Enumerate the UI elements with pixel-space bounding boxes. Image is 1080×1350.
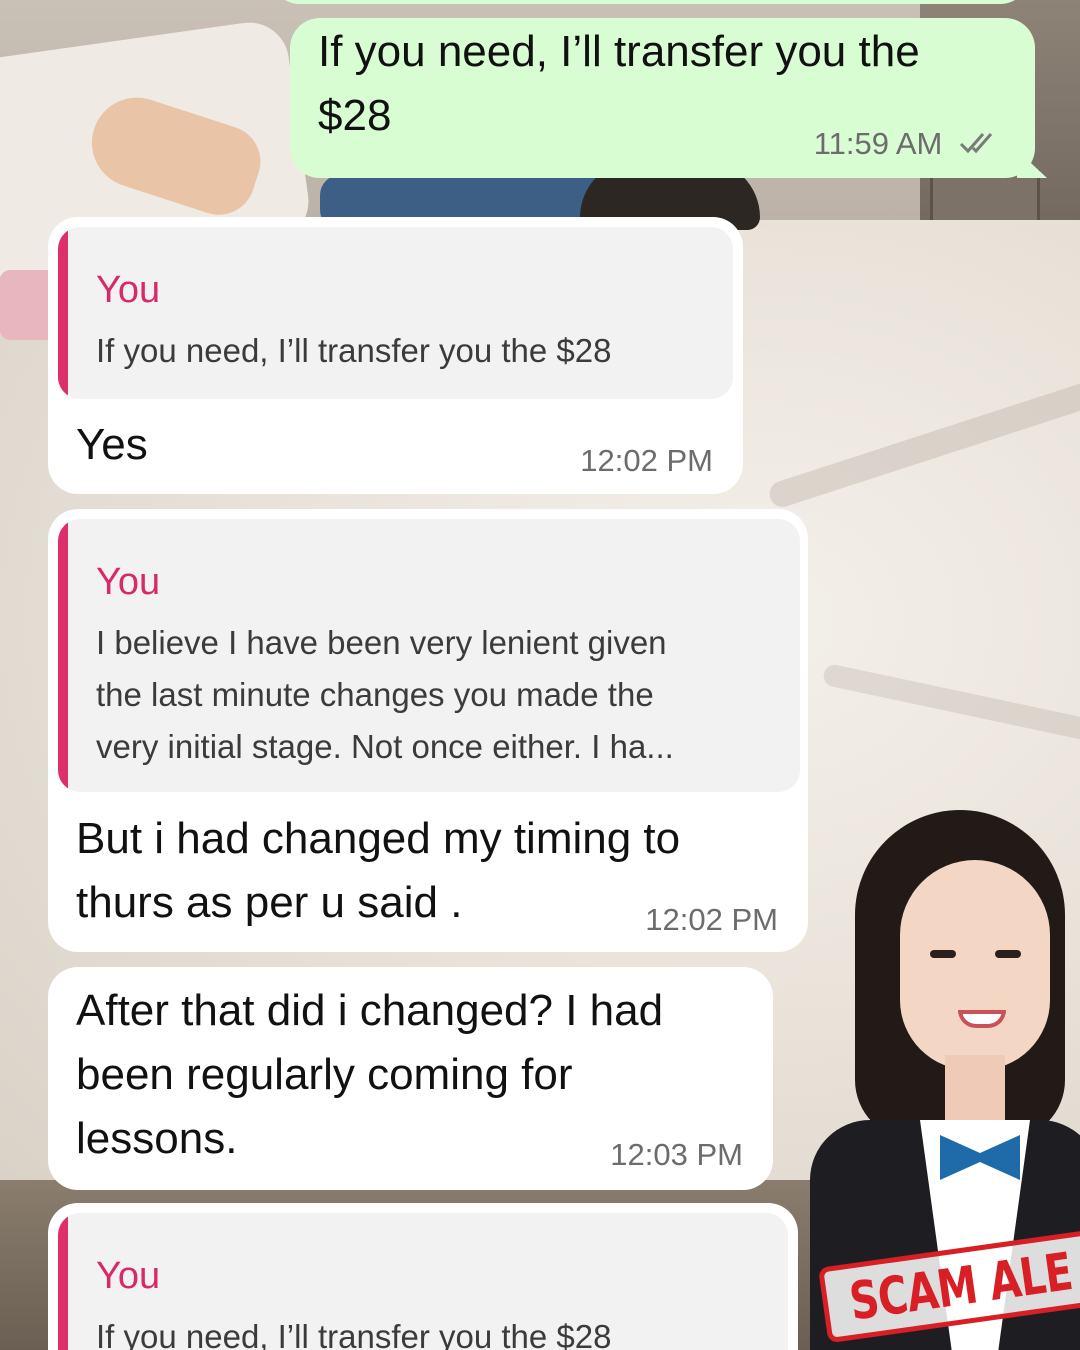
quote-author: You [96, 1255, 161, 1297]
message-line: If you need, I’ll transfer you the [318, 27, 920, 76]
incoming-message[interactable]: You If you need, I’ll transfer you the $… [48, 1203, 798, 1350]
quote-line: If you need, I’ll transfer you the $28 [96, 332, 612, 369]
message-time: 12:03 PM [610, 1137, 743, 1172]
message-time: 11:59 AM [813, 126, 943, 161]
message-text: After that did i changed? I had been reg… [76, 979, 663, 1171]
incoming-message[interactable]: After that did i changed? I had been reg… [48, 967, 773, 1190]
message-line: thurs as per u said . [76, 878, 463, 927]
message-line: been regularly coming for [76, 1050, 573, 1099]
reply-quote[interactable]: You If you need, I’ll transfer you the $… [58, 227, 733, 399]
message-line: But i had changed my timing to [76, 814, 681, 863]
quote-text: I believe I have been very lenient given… [96, 617, 674, 773]
double-check-icon [959, 126, 1003, 162]
incoming-message[interactable]: You If you need, I’ll transfer you the $… [48, 217, 743, 494]
quote-accent-bar [58, 227, 68, 399]
message-text: But i had changed my timing to thurs as … [76, 807, 680, 935]
quote-text: If you need, I’ll transfer you the $28 [96, 325, 611, 377]
reply-quote[interactable]: You I believe I have been very lenient g… [58, 519, 800, 792]
portrait-face [900, 860, 1050, 1070]
message-time: 12:02 PM [580, 443, 713, 478]
portrait-eye [995, 950, 1021, 958]
portrait-neck [945, 1055, 1005, 1125]
quote-line: I believe I have been very lenient given [96, 624, 667, 661]
quote-line: If you need, I’ll transfer you the $28 [96, 1318, 612, 1350]
portrait-eye [930, 950, 956, 958]
message-meta: 11:59 AM [814, 126, 1003, 162]
message-line: lessons. [76, 1114, 238, 1163]
previous-message-edge [270, 0, 1030, 4]
message-time: 12:02 PM [645, 902, 778, 937]
quote-author: You [96, 269, 161, 311]
message-text: Yes [76, 420, 148, 469]
quote-line: very initial stage. Not once either. I h… [96, 728, 674, 765]
quote-accent-bar [58, 519, 68, 792]
quote-accent-bar [58, 1213, 68, 1350]
quote-line: the last minute changes you made the [96, 676, 654, 713]
outgoing-message[interactable]: If you need, I’ll transfer you the $28 1… [290, 18, 1047, 178]
message-line: After that did i changed? I had [76, 986, 664, 1035]
incoming-message[interactable]: You I believe I have been very lenient g… [48, 509, 808, 952]
reply-quote[interactable]: You If you need, I’ll transfer you the $… [58, 1213, 788, 1350]
quote-author: You [96, 561, 161, 603]
quote-text: If you need, I’ll transfer you the $28 [96, 1311, 611, 1350]
